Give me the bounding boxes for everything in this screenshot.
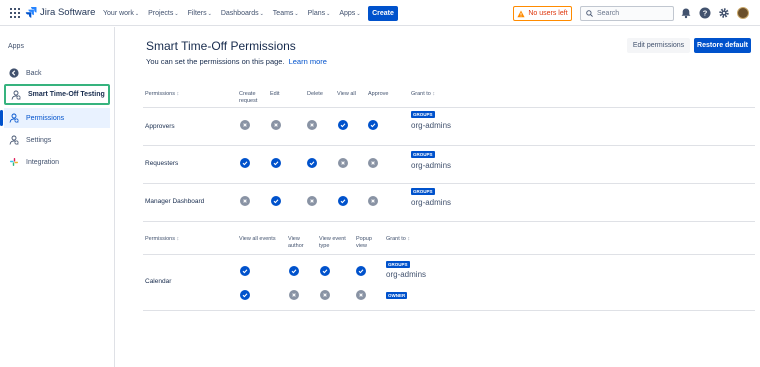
permissions-person-icon bbox=[9, 113, 19, 123]
check-icon[interactable] bbox=[271, 158, 281, 168]
check-icon[interactable] bbox=[240, 158, 250, 168]
jira-logo[interactable]: Jira Software bbox=[25, 6, 95, 18]
nav-teams[interactable]: Teams⌄ bbox=[273, 10, 299, 17]
cross-icon[interactable] bbox=[271, 120, 281, 130]
groups-badge: GROUPS bbox=[386, 261, 410, 268]
col-approve-header: Approve bbox=[368, 91, 389, 97]
grant-group-name: org-admins bbox=[386, 270, 427, 279]
sidebar-back[interactable]: Back bbox=[4, 63, 110, 83]
col-view-author-header: View author bbox=[288, 236, 304, 249]
back-arrow-icon bbox=[9, 68, 19, 78]
smart-time-off-app-icon bbox=[11, 90, 21, 100]
cross-icon[interactable] bbox=[307, 120, 317, 130]
create-button[interactable]: Create bbox=[368, 6, 398, 21]
col-grant-to-header[interactable]: Grant to ↕ bbox=[411, 91, 435, 98]
cross-icon[interactable] bbox=[368, 158, 378, 168]
col2-permissions-header[interactable]: Permissions ↕ bbox=[145, 236, 179, 243]
cross-icon[interactable] bbox=[338, 158, 348, 168]
col-view-all-header: View all bbox=[337, 91, 356, 97]
groups-badge: GROUPS bbox=[411, 111, 435, 118]
help-icon[interactable]: ? bbox=[699, 7, 711, 19]
page-title: Smart Time-Off Permissions bbox=[146, 39, 296, 53]
col-permissions-header[interactable]: Permissions ↕ bbox=[145, 91, 179, 98]
settings-gear-icon[interactable] bbox=[718, 7, 730, 19]
page-subtitle: You can set the permissions on this page… bbox=[146, 57, 327, 66]
col-delete-header: Delete bbox=[307, 91, 323, 97]
col-popup-view-header: Popup view bbox=[356, 236, 372, 249]
product-name: Jira Software bbox=[40, 6, 96, 18]
col-edit-header: Edit bbox=[270, 91, 280, 97]
learn-more-link[interactable]: Learn more bbox=[289, 57, 327, 66]
table1-header-divider bbox=[143, 107, 755, 108]
check-icon[interactable] bbox=[271, 196, 281, 206]
owner-badge: OWNER bbox=[386, 292, 408, 299]
search-input[interactable]: Search bbox=[580, 6, 674, 21]
sidebar-item-settings[interactable]: Settings bbox=[4, 130, 110, 150]
sidebar-title: Apps bbox=[8, 43, 24, 50]
table1-row-divider bbox=[143, 221, 755, 222]
no-users-left-button[interactable]: No users left bbox=[513, 6, 572, 21]
row-label: Manager Dashboard bbox=[145, 198, 205, 205]
cross-icon[interactable] bbox=[240, 196, 250, 206]
nav-dashboards[interactable]: Dashboards⌄ bbox=[221, 10, 264, 17]
slack-icon bbox=[10, 158, 18, 166]
restore-default-button[interactable]: Restore default bbox=[694, 38, 751, 53]
nav-your-work[interactable]: Your work⌄ bbox=[103, 10, 139, 17]
top-navigation-bar: Jira Software Your work⌄ Projects⌄ Filte… bbox=[0, 0, 760, 26]
cross-icon[interactable] bbox=[320, 290, 330, 300]
app-switcher-icon[interactable] bbox=[10, 8, 20, 18]
cross-icon[interactable] bbox=[307, 196, 317, 206]
cross-icon[interactable] bbox=[368, 196, 378, 206]
nav-projects[interactable]: Projects⌄ bbox=[148, 10, 179, 17]
svg-text:?: ? bbox=[703, 9, 708, 18]
nav-filters[interactable]: Filters⌄ bbox=[188, 10, 212, 17]
edit-permissions-button[interactable]: Edit permissions bbox=[627, 38, 690, 53]
settings-person-icon bbox=[9, 135, 19, 145]
row-label: Approvers bbox=[145, 123, 175, 130]
groups-badge: GROUPS bbox=[411, 151, 435, 158]
check-icon[interactable] bbox=[338, 196, 348, 206]
col2-grant-to-header[interactable]: Grant to ↕ bbox=[386, 236, 410, 243]
check-icon[interactable] bbox=[240, 266, 250, 276]
groups-badge: GROUPS bbox=[411, 188, 435, 195]
table2-header-divider bbox=[143, 254, 755, 255]
check-icon[interactable] bbox=[307, 158, 317, 168]
grant-group-name: org-admins bbox=[411, 198, 452, 207]
sidebar-item-integration[interactable]: Integration bbox=[4, 152, 110, 172]
check-icon[interactable] bbox=[368, 120, 378, 130]
col-view-event-type-header: View event type bbox=[319, 236, 346, 249]
sidebar-app-name[interactable]: Smart Time-Off Testing bbox=[4, 84, 110, 105]
check-icon[interactable] bbox=[338, 120, 348, 130]
search-icon bbox=[586, 10, 593, 17]
check-icon[interactable] bbox=[356, 266, 366, 276]
col-view-all-events-header: View all events bbox=[239, 236, 276, 242]
grant-group-name: org-admins bbox=[411, 121, 452, 130]
sidebar: Apps Back Smart Time-Off Testing Permiss… bbox=[0, 27, 115, 367]
check-icon[interactable] bbox=[240, 290, 250, 300]
cross-icon[interactable] bbox=[240, 120, 250, 130]
main-nav: Your work⌄ Projects⌄ Filters⌄ Dashboards… bbox=[103, 0, 370, 26]
check-icon[interactable] bbox=[320, 266, 330, 276]
user-avatar[interactable] bbox=[737, 7, 749, 19]
row-label: Requesters bbox=[145, 160, 179, 167]
check-icon[interactable] bbox=[289, 266, 299, 276]
cross-icon[interactable] bbox=[356, 290, 366, 300]
table1-row-divider bbox=[143, 145, 755, 146]
table1-row-divider bbox=[143, 183, 755, 184]
jira-logo-icon bbox=[25, 7, 37, 18]
table2-bottom-divider bbox=[143, 310, 755, 311]
nav-plans[interactable]: Plans⌄ bbox=[308, 10, 331, 17]
cross-icon[interactable] bbox=[289, 290, 299, 300]
warning-icon bbox=[517, 10, 525, 17]
col-create-request-header: Create request bbox=[239, 91, 258, 104]
nav-apps[interactable]: Apps⌄ bbox=[339, 10, 360, 17]
sidebar-item-permissions[interactable]: Permissions bbox=[0, 108, 110, 128]
notifications-icon[interactable] bbox=[680, 7, 692, 19]
row-label: Calendar bbox=[145, 278, 172, 285]
grant-group-name: org-admins bbox=[411, 161, 452, 170]
